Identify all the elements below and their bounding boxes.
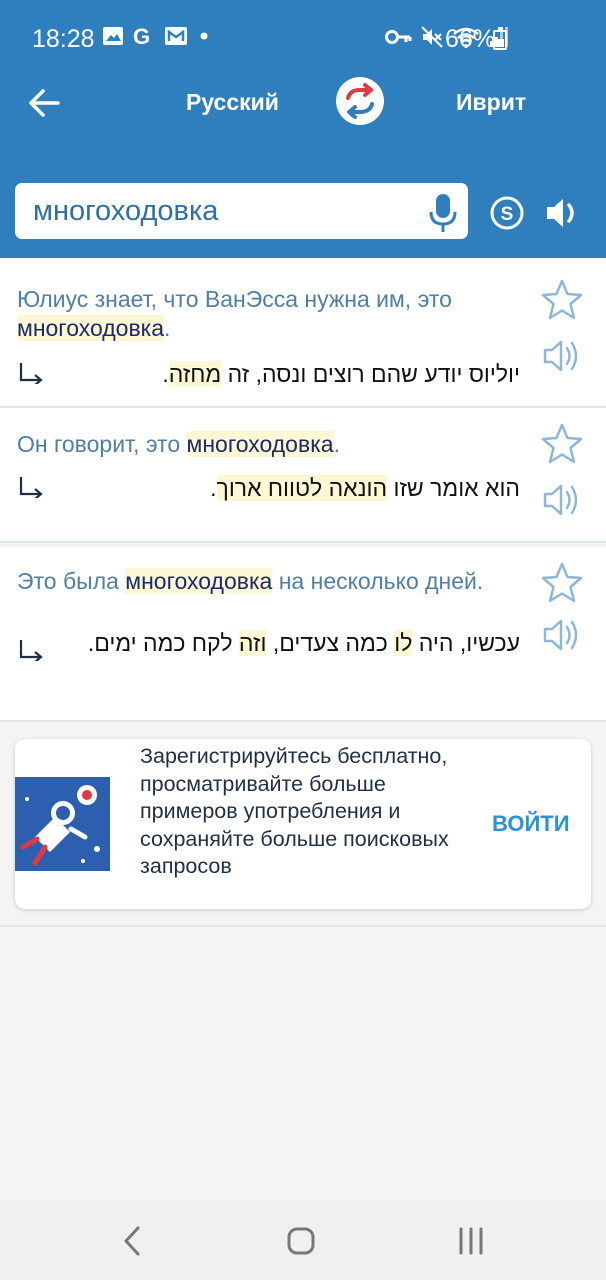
- highlighted-term: многоходовка: [186, 431, 334, 457]
- status-left-icons: G: [102, 24, 211, 48]
- highlighted-term: многоходовка: [17, 315, 165, 341]
- status-time: 18:28: [32, 25, 95, 53]
- battery-icon: [493, 27, 507, 50]
- speaker-icon[interactable]: [543, 193, 583, 233]
- search-input[interactable]: [33, 193, 413, 229]
- mute-icon: [421, 26, 443, 48]
- swap-icon: [346, 83, 374, 119]
- toolbar: Русский Иврит: [0, 70, 606, 140]
- list-item: Он говорит, это многоходовка. הוא אומר ש…: [0, 408, 606, 543]
- translation-sentence: יוליוס יודע שהם רוצים ונסה, זה מחזה.: [162, 361, 520, 387]
- source-sentence: Юлиус знает, что ВанЭсса нужна им, это м…: [17, 286, 452, 341]
- battery-level: 66%: [445, 25, 496, 53]
- star-icon[interactable]: [540, 278, 584, 322]
- target-language-button[interactable]: Иврит: [456, 89, 526, 116]
- highlighted-translation: מחזה: [168, 361, 222, 387]
- key-icon: [385, 30, 412, 44]
- nav-back-icon[interactable]: [118, 1224, 146, 1258]
- mail-icon: [165, 27, 187, 45]
- svg-text:G: G: [133, 24, 150, 48]
- highlighted-term: многоходовка: [125, 568, 273, 594]
- source-language-button[interactable]: Русский: [186, 89, 279, 116]
- list-item: Юлиус знает, что ВанЭсса нужна им, это м…: [0, 258, 606, 408]
- dot-icon: [200, 32, 208, 40]
- promo-area: Зарегистрируйтесь бесплатно, просматрива…: [0, 722, 606, 927]
- astronaut-illustration: [15, 777, 110, 871]
- nav-home-icon[interactable]: [287, 1227, 315, 1255]
- speaker-icon[interactable]: [541, 480, 585, 520]
- source-sentence: Он говорит, это многоходовка.: [17, 431, 340, 457]
- search-box: [15, 183, 468, 239]
- star-icon[interactable]: [540, 422, 584, 466]
- promo-text: Зарегистрируйтесь бесплатно, просматрива…: [140, 744, 449, 878]
- star-icon[interactable]: [540, 561, 584, 605]
- results-list: Юлиус знает, что ВанЭсса нужна им, это м…: [0, 258, 606, 722]
- promo-card: Зарегистрируйтесь бесплатно, просматрива…: [15, 739, 591, 909]
- nav-recent-apps-icon[interactable]: [456, 1227, 486, 1255]
- microphone-icon[interactable]: [423, 191, 463, 235]
- synonyms-icon[interactable]: S: [489, 195, 525, 231]
- translation-sentence: עכשיו, היה לו כמה צעדים, וזה לקח כמה ימי…: [87, 630, 520, 656]
- highlighted-translation: הונאה לטווח ארוך: [216, 475, 388, 501]
- image-icon: [103, 27, 123, 45]
- swap-languages-button[interactable]: [336, 77, 384, 125]
- highlighted-translation: וזה: [238, 630, 267, 656]
- highlighted-translation: לו: [394, 630, 413, 656]
- status-bar: 18:28 G 66%: [0, 0, 606, 80]
- source-sentence: Это была многоходовка на несколько дней.: [17, 568, 484, 594]
- svg-text:S: S: [501, 204, 514, 225]
- login-button[interactable]: ВОЙТИ: [492, 811, 570, 837]
- app-header: 18:28 G 66% Русский Иврит многоходовка S: [0, 0, 606, 258]
- speaker-icon[interactable]: [541, 615, 585, 655]
- google-icon: G: [133, 24, 150, 48]
- system-nav-bar: [0, 1200, 606, 1280]
- astronaut-icon: [20, 785, 100, 866]
- back-arrow-icon[interactable]: [26, 85, 66, 121]
- translation-sentence: הוא אומר שזו הונאה לטווח ארוך.: [210, 475, 520, 501]
- list-item: Это была многоходовка на несколько дней.…: [0, 547, 606, 722]
- speaker-icon[interactable]: [541, 336, 585, 376]
